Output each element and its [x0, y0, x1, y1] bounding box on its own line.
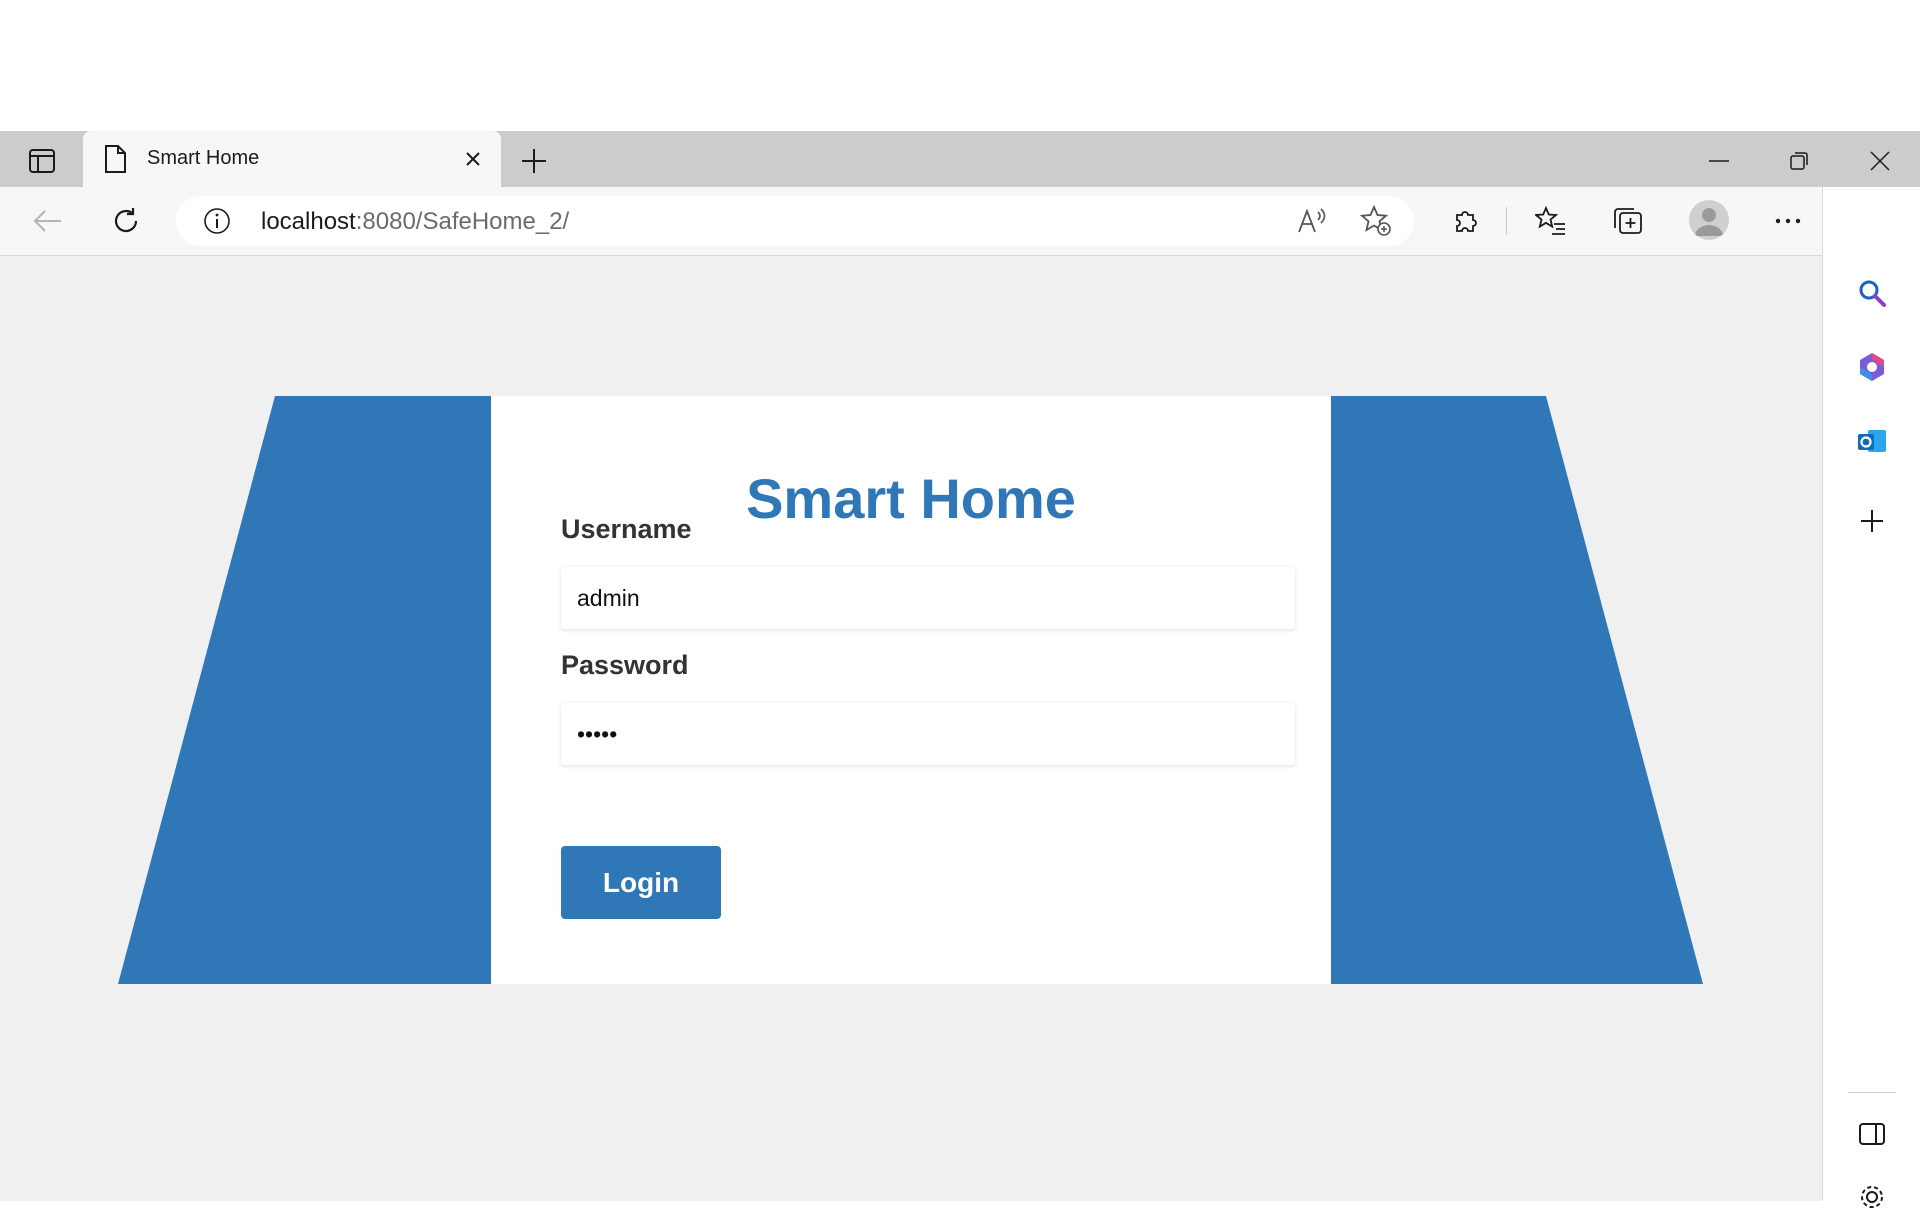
site-info-icon — [204, 208, 230, 234]
close-icon — [466, 152, 480, 166]
settings-more-button[interactable] — [1768, 201, 1808, 241]
star-add-icon — [1360, 205, 1391, 236]
restore-button[interactable] — [1776, 143, 1822, 179]
close-window-button[interactable] — [1857, 143, 1903, 179]
refresh-icon — [114, 208, 138, 233]
profile-avatar[interactable] — [1689, 200, 1729, 240]
favorites-icon — [1535, 206, 1565, 235]
sidebar-search-button[interactable] — [1852, 273, 1892, 313]
minimize-button[interactable] — [1696, 143, 1742, 179]
office-icon — [1860, 353, 1884, 381]
back-arrow-icon — [33, 210, 61, 232]
hide-sidebar-button[interactable] — [1852, 1114, 1892, 1154]
sidebar-add-button[interactable] — [1852, 501, 1892, 541]
puzzle-icon — [1456, 211, 1477, 232]
tab-smart-home[interactable]: Smart Home — [83, 131, 501, 187]
password-label: Password — [561, 650, 689, 680]
tab-title: Smart Home — [147, 147, 260, 169]
favorites-button[interactable] — [1531, 201, 1571, 241]
sidebar-outlook-button[interactable] — [1852, 421, 1892, 461]
profile-icon — [1695, 208, 1723, 236]
collections-icon — [1614, 208, 1642, 234]
username-input[interactable] — [561, 567, 1295, 629]
sidebar-settings-button[interactable] — [1852, 1177, 1892, 1217]
refresh-button[interactable] — [106, 201, 146, 241]
collections-button[interactable] — [1608, 201, 1648, 241]
new-tab-button[interactable] — [516, 143, 552, 179]
tab-strip: Smart Home — [0, 131, 1920, 187]
gear-icon — [1861, 1186, 1883, 1208]
login-card: Smart Home Username Password Login — [491, 396, 1331, 984]
browser-toolbar: localhost:8080/SafeHome_2/ — [0, 187, 1920, 255]
outlook-icon — [1858, 430, 1886, 452]
page-content: Smart Home Username Password Login — [0, 255, 1822, 1201]
url-host: localhost — [261, 208, 356, 235]
edge-sidebar — [1822, 187, 1920, 1208]
plus-icon — [522, 149, 546, 173]
read-aloud-icon — [1298, 208, 1326, 233]
read-aloud-button[interactable] — [1292, 201, 1332, 241]
address-bar[interactable]: localhost:8080/SafeHome_2/ — [176, 196, 1414, 246]
sidebar-separator — [1848, 1092, 1896, 1093]
restore-icon — [1790, 152, 1808, 170]
tab-actions-icon — [29, 149, 55, 173]
sidebar-panel-icon — [1859, 1123, 1885, 1145]
search-icon — [1859, 280, 1886, 307]
password-input[interactable] — [561, 703, 1295, 765]
plus-icon — [1861, 510, 1883, 532]
add-favorite-button[interactable] — [1356, 201, 1396, 241]
toolbar-separator — [1506, 207, 1507, 235]
more-icon — [1775, 218, 1801, 224]
url-path: :8080/SafeHome_2/ — [355, 208, 570, 235]
close-window-icon — [1870, 151, 1890, 171]
minimize-icon — [1709, 160, 1729, 162]
sidebar-office-button[interactable] — [1852, 347, 1892, 387]
login-button[interactable]: Login — [561, 846, 721, 919]
page-icon — [105, 145, 126, 173]
tab-actions-button[interactable] — [22, 145, 62, 177]
extensions-button[interactable] — [1446, 201, 1486, 241]
username-label: Username — [561, 514, 692, 544]
url-text: localhost:8080/SafeHome_2/ — [261, 208, 569, 236]
screen-top-area — [0, 0, 1920, 131]
back-button[interactable] — [28, 201, 68, 241]
tab-close-button[interactable] — [459, 145, 487, 173]
